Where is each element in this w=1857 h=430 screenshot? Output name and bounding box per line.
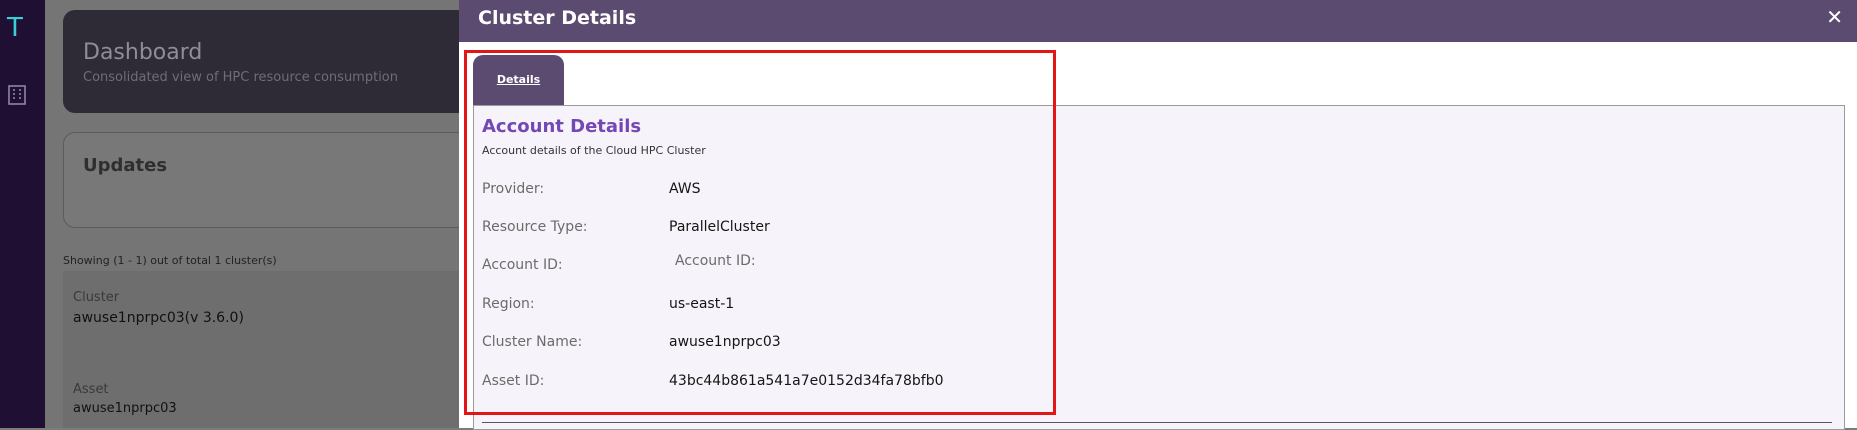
modal-header: Cluster Details ✕: [459, 0, 1857, 42]
highlight-box: [464, 50, 1056, 415]
building-icon[interactable]: [7, 84, 27, 106]
dashboard-title: Dashboard: [83, 40, 203, 65]
modal-title: Cluster Details: [478, 7, 637, 29]
section-divider: [482, 422, 1832, 423]
cluster-label: Cluster: [73, 290, 120, 305]
pagination-summary: Showing (1 - 1) out of total 1 cluster(s…: [63, 254, 277, 267]
dashboard-subtitle: Consolidated view of HPC resource consum…: [83, 70, 399, 85]
app-logo[interactable]: T: [7, 13, 33, 43]
updates-title: Updates: [83, 155, 168, 176]
app-sidebar: T: [0, 0, 45, 428]
asset-value: awuse1nprpc03: [73, 401, 177, 416]
asset-label: Asset: [73, 382, 109, 397]
cluster-value: awuse1nprpc03(v 3.6.0): [73, 310, 244, 326]
updates-card: [63, 132, 485, 228]
close-icon[interactable]: ✕: [1826, 6, 1843, 28]
